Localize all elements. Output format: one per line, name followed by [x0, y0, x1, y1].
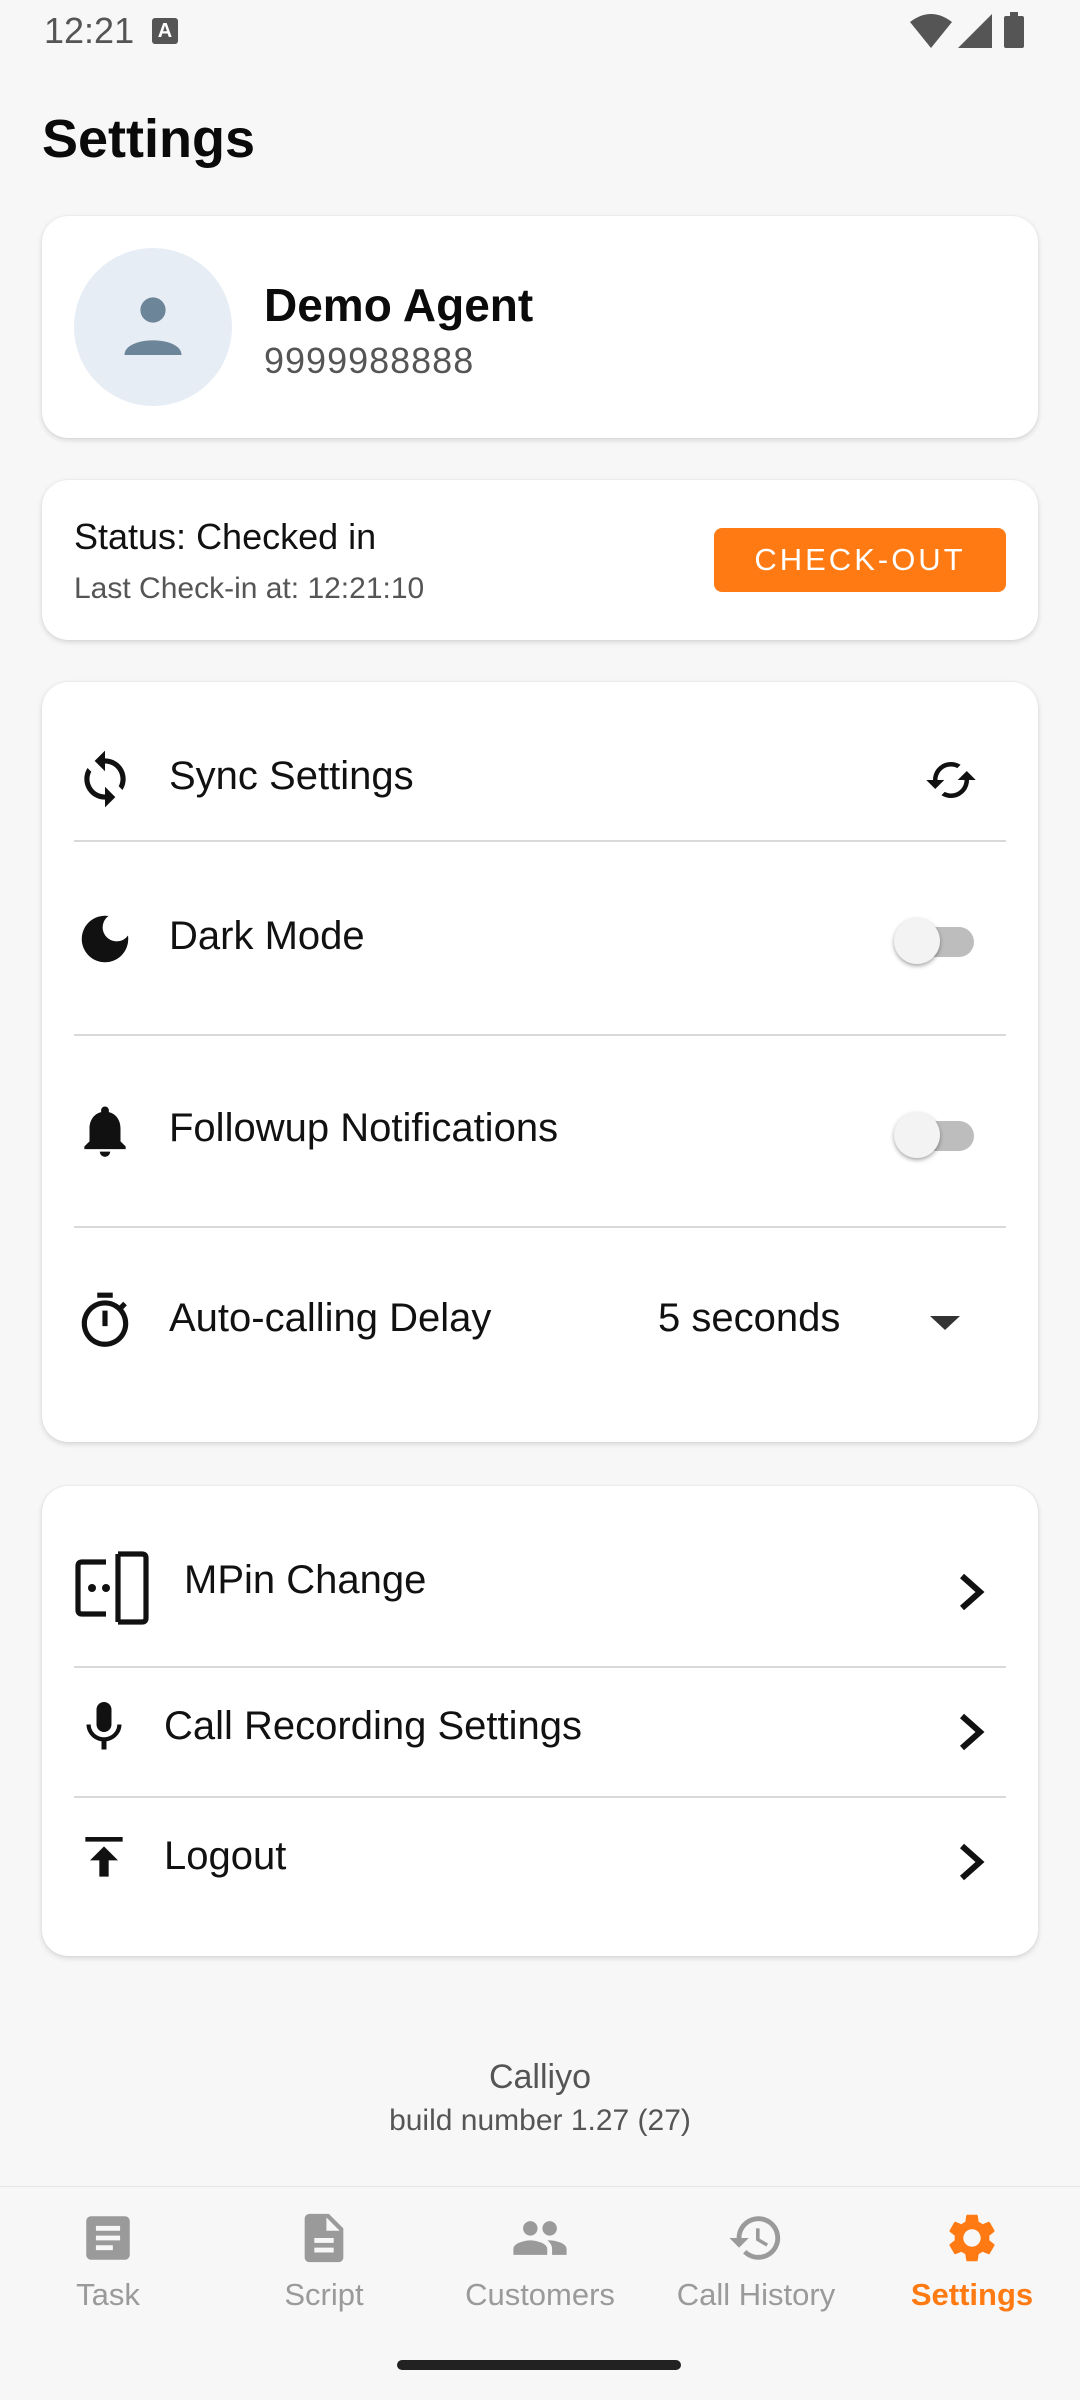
wifi-icon: [910, 14, 952, 48]
auto-calling-delay-row[interactable]: Auto-calling Delay 5 seconds: [74, 1282, 1006, 1362]
nav-script-label: Script: [284, 2277, 364, 2312]
signal-icon: [958, 14, 992, 48]
status-bar: 12:21 A: [0, 0, 1080, 64]
task-icon: [86, 2216, 130, 2260]
sync-settings-label: Sync Settings: [169, 754, 414, 798]
settings-card: Sync Settings Dark Mode Followup Notific…: [42, 682, 1038, 1442]
nav-script[interactable]: Script: [216, 2209, 432, 2329]
mpin-change-label: MPin Change: [184, 1558, 427, 1602]
chevron-right-icon: [960, 1713, 985, 1751]
battery-icon: [1004, 12, 1024, 48]
nav-settings-label: Settings: [910, 2277, 1034, 2312]
auto-calling-delay-label: Auto-calling Delay: [169, 1296, 492, 1340]
last-checkin-time: Last Check-in at: 12:21:10: [74, 572, 425, 605]
dark-mode-toggle[interactable]: [894, 918, 978, 964]
nav-task[interactable]: Task: [0, 2209, 216, 2329]
divider: [74, 1666, 1006, 1668]
followup-notifications-toggle[interactable]: [894, 1112, 978, 1158]
profile-phone: 9999988888: [264, 340, 475, 381]
a-badge-icon: A: [152, 18, 178, 44]
mpin-icon: [75, 1551, 149, 1625]
chevron-down-icon[interactable]: [930, 1316, 960, 1330]
profile-card: Demo Agent 9999988888: [42, 216, 1038, 438]
page-title: Settings: [42, 109, 256, 169]
bell-icon: [84, 1106, 126, 1157]
mpin-change-row[interactable]: MPin Change: [74, 1546, 1006, 1636]
nav-call-history-label: Call History: [676, 2277, 836, 2312]
logout-label: Logout: [164, 1834, 287, 1878]
followup-notifications-label: Followup Notifications: [169, 1106, 559, 1150]
chevron-right-icon: [960, 1843, 985, 1881]
gear-icon: [949, 2214, 995, 2262]
divider: [74, 1226, 1006, 1228]
profile-name: Demo Agent: [264, 279, 534, 331]
divider: [74, 1034, 1006, 1036]
followup-notifications-row[interactable]: Followup Notifications: [74, 1092, 1006, 1172]
account-card: MPin Change Call Recording Settings Logo…: [42, 1486, 1038, 1956]
nav-customers[interactable]: Customers: [432, 2209, 648, 2329]
nav-call-history[interactable]: Call History: [648, 2209, 864, 2329]
logout-row[interactable]: Logout: [74, 1820, 1006, 1900]
auto-calling-delay-select[interactable]: 5 seconds: [658, 1296, 840, 1341]
nav-settings[interactable]: Settings: [864, 2209, 1080, 2329]
call-recording-settings-row[interactable]: Call Recording Settings: [74, 1690, 1006, 1770]
sync-icon: [84, 750, 126, 808]
chevron-right-icon: [960, 1573, 985, 1611]
script-icon: [304, 2213, 344, 2263]
checkout-button[interactable]: CHECK-OUT: [714, 528, 1006, 592]
avatar: [74, 248, 232, 406]
history-icon: [729, 2216, 781, 2260]
mic-icon: [86, 1702, 122, 1750]
divider: [74, 1796, 1006, 1798]
build-number: build number 1.27 (27): [389, 2104, 691, 2137]
customers-icon: [513, 2221, 567, 2255]
logout-icon: [85, 1837, 123, 1877]
checkin-status: Status: Checked in: [74, 516, 377, 557]
divider: [74, 840, 1006, 842]
sync-button-icon[interactable]: [924, 752, 978, 808]
call-recording-settings-label: Call Recording Settings: [164, 1704, 582, 1748]
dark-mode-label: Dark Mode: [169, 914, 365, 958]
dark-mode-row[interactable]: Dark Mode: [74, 900, 1006, 980]
timer-icon: [81, 1292, 129, 1347]
nav-task-label: Task: [76, 2277, 140, 2312]
sync-settings-row[interactable]: Sync Settings: [74, 740, 1006, 820]
person-icon: [124, 297, 182, 355]
status-icons: [910, 12, 1040, 52]
nav-customers-label: Customers: [465, 2277, 615, 2312]
checkin-card: Status: Checked in Last Check-in at: 12:…: [42, 480, 1038, 640]
home-indicator[interactable]: [397, 2360, 681, 2370]
moon-icon: [81, 915, 129, 963]
status-time: 12:21: [44, 10, 135, 51]
app-name: Calliyo: [488, 2058, 592, 2096]
